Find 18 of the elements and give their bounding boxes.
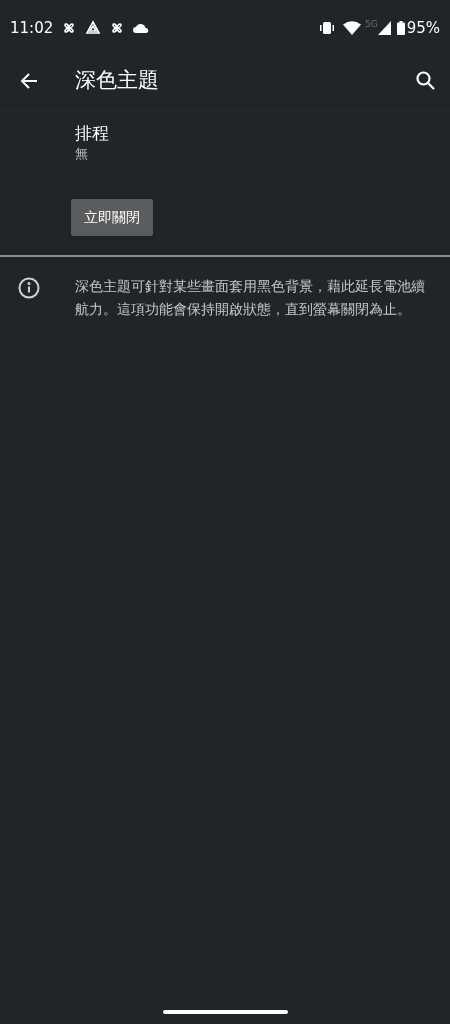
schedule-value: 無 <box>75 145 89 163</box>
back-arrow-icon <box>20 71 38 90</box>
battery-percentage: 95% <box>406 17 440 39</box>
info-text: 深色主題可針對某些畫面套用黑色背景，藉此延長電池續航力。這項功能會保持開啟狀態，直到螢幕關閉為止。 <box>75 277 426 319</box>
triangle-icon <box>85 20 102 36</box>
network-type: 5G <box>364 18 378 31</box>
search-icon <box>415 71 435 90</box>
wifi-icon <box>342 21 361 35</box>
cloud-icon <box>133 23 150 33</box>
schedule-title: 排程 <box>75 122 110 145</box>
clock: 11:02 <box>10 17 54 39</box>
schedule-item[interactable]: 排程 無 <box>0 106 450 171</box>
turn-off-button[interactable]: 立即關閉 <box>71 199 153 236</box>
info-icon <box>17 277 40 299</box>
signal-icon <box>377 21 391 35</box>
vibrate-icon <box>318 22 335 34</box>
battery-icon <box>396 21 405 35</box>
screen-title: 深色主題 <box>75 66 160 94</box>
